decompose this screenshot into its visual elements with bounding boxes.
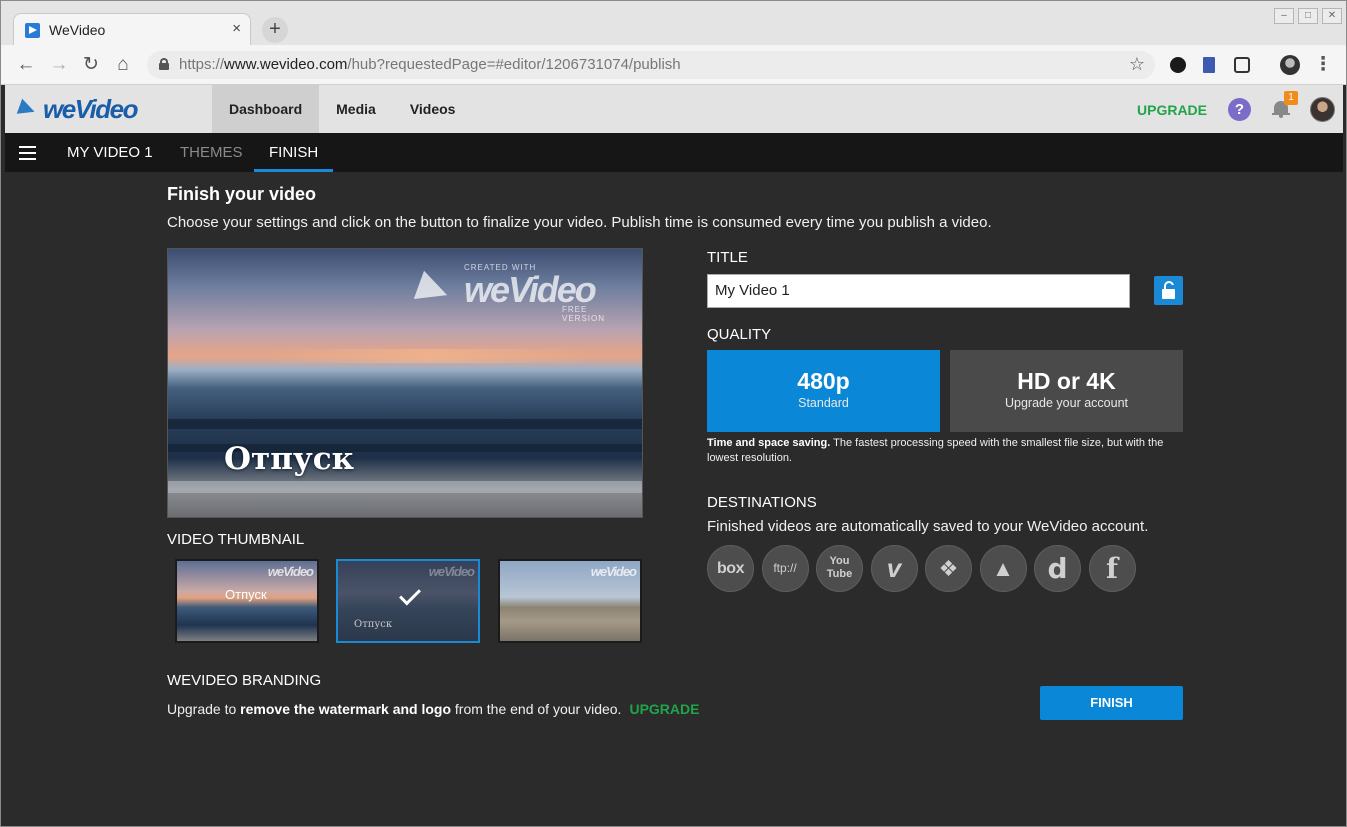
url-text: https://www.wevideo.com/hub?requestedPag…: [179, 56, 681, 73]
checkmark-icon: [399, 583, 421, 606]
google-drive-icon[interactable]: ▲: [979, 545, 1027, 592]
browser-tab[interactable]: WeVideo ×: [13, 13, 251, 45]
nav-media[interactable]: Media: [319, 85, 393, 133]
nav-videos[interactable]: Videos: [393, 85, 473, 133]
thumbnail-heading: VIDEO THUMBNAIL: [167, 531, 305, 548]
tab-finish[interactable]: FINISH: [254, 133, 334, 172]
close-window-icon[interactable]: ✕: [1322, 8, 1342, 24]
app-header: weVideo Dashboard Media Videos UPGRADE ?…: [5, 85, 1343, 133]
tab-title: WeVideo: [49, 22, 106, 38]
browser-window: WeVideo × + – □ ✕ ← → ↻ ⌂ https://www.wevi…: [0, 0, 1347, 827]
title-label: TITLE: [707, 249, 748, 266]
video-preview[interactable]: CREATED WITH weVideo FREE VERSION Отпуск: [167, 248, 643, 518]
thumbnail-option-3[interactable]: weVideo: [498, 559, 642, 643]
finish-panel: Finish your video Choose your settings a…: [5, 172, 1343, 824]
jpg-extension-icon[interactable]: [1203, 57, 1215, 73]
forward-arrow-icon[interactable]: →: [48, 54, 70, 76]
wevideo-logo[interactable]: weVideo: [16, 93, 139, 125]
finish-button[interactable]: FINISH: [1040, 686, 1183, 720]
page-title: Finish your video: [167, 184, 317, 204]
quality-description: Time and space saving. The fastest proce…: [707, 437, 1164, 464]
extension-circle-icon[interactable]: [1170, 57, 1186, 73]
tab-strip: WeVideo × + – □ ✕: [1, 1, 1346, 45]
maximize-icon[interactable]: □: [1298, 8, 1318, 24]
main-nav: Dashboard Media Videos: [212, 85, 472, 133]
back-arrow-icon[interactable]: ←: [15, 54, 37, 76]
quality-480p-option[interactable]: 480p Standard: [707, 350, 940, 432]
bookmark-star-icon[interactable]: ☆: [1129, 54, 1145, 75]
tab-themes[interactable]: THEMES: [180, 133, 243, 172]
branding-text: Upgrade to remove the watermark and logo…: [167, 701, 700, 717]
hamburger-menu-icon[interactable]: [19, 146, 36, 160]
tab-my-video[interactable]: MY VIDEO 1: [67, 133, 153, 172]
address-bar: ← → ↻ ⌂ https://www.wevideo.com/hub?requ…: [1, 45, 1346, 85]
destinations-label: DESTINATIONS: [707, 494, 817, 511]
youtube-icon[interactable]: You Tube: [816, 545, 863, 592]
destinations-list: box ftp:// You Tube v ❖ ▲ d f: [707, 545, 1143, 592]
wevideo-watermark: CREATED WITH weVideo FREE VERSION: [413, 263, 628, 323]
box-icon[interactable]: box: [707, 545, 754, 592]
editor-tabs-bar: MY VIDEO 1 THEMES FINISH: [5, 133, 1343, 172]
extension-bulb-icon[interactable]: [1234, 57, 1250, 73]
unlock-icon[interactable]: [1154, 276, 1183, 305]
thumbnail-option-1[interactable]: weVideo Отпуск: [175, 559, 319, 643]
logo-mark-icon: [16, 98, 38, 120]
home-icon[interactable]: ⌂: [112, 54, 134, 76]
reload-icon[interactable]: ↻: [80, 54, 102, 76]
dailymotion-icon[interactable]: d: [1034, 545, 1081, 592]
new-tab-button[interactable]: +: [262, 17, 288, 43]
user-avatar[interactable]: [1310, 97, 1335, 122]
minimize-icon[interactable]: –: [1274, 8, 1294, 24]
profile-avatar-icon[interactable]: [1280, 55, 1300, 75]
close-tab-icon[interactable]: ×: [232, 20, 241, 37]
thumbnail-option-2[interactable]: weVideo Отпуск: [336, 559, 480, 643]
quality-hd-option[interactable]: HD or 4K Upgrade your account: [950, 350, 1183, 432]
wevideo-favicon-icon: [25, 23, 40, 38]
page-description: Choose your settings and click on the bu…: [167, 214, 992, 231]
vimeo-icon[interactable]: v: [870, 545, 918, 592]
ftp-icon[interactable]: ftp://: [761, 545, 809, 592]
window-controls: – □ ✕: [1274, 5, 1346, 24]
quality-label: QUALITY: [707, 326, 772, 343]
title-input[interactable]: My Video 1: [707, 274, 1130, 308]
preview-title-overlay: Отпуск: [224, 441, 355, 477]
lock-icon: [159, 58, 169, 70]
watermark-logo-icon: [413, 270, 453, 310]
destinations-description: Finished videos are automatically saved …: [707, 518, 1149, 535]
url-field[interactable]: https://www.wevideo.com/hub?requestedPag…: [147, 51, 1155, 79]
upgrade-link[interactable]: UPGRADE: [1137, 102, 1207, 118]
dropbox-icon[interactable]: ❖: [925, 545, 972, 592]
help-icon[interactable]: ?: [1228, 98, 1251, 121]
facebook-icon[interactable]: f: [1088, 545, 1136, 592]
branding-heading: WEVIDEO BRANDING: [167, 672, 322, 689]
notification-badge: 1: [1284, 91, 1298, 105]
branding-upgrade-link[interactable]: UPGRADE: [629, 701, 699, 717]
browser-menu-icon[interactable]: ⋮: [1312, 54, 1334, 76]
nav-dashboard[interactable]: Dashboard: [212, 85, 320, 133]
